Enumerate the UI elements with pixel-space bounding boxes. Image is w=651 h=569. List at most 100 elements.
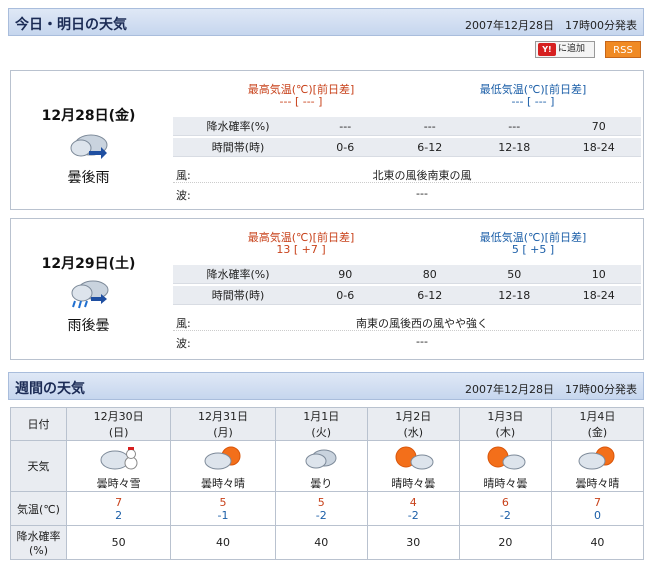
weekly-hi: 5	[317, 495, 325, 509]
weekly-weather-cell: 曇時々雪	[65, 440, 172, 492]
sun-cloud-icon	[395, 446, 434, 470]
wave-label: 波:	[176, 337, 191, 350]
weekly-date-cell: 12月30日 (日)	[65, 407, 172, 441]
period-label: 時間帯(時)	[173, 138, 303, 157]
precip-row: 降水確率(%) --- --- --- 70	[173, 117, 641, 137]
weekly-dow: (火)	[311, 426, 332, 439]
weekly-date-cell: 1月3日 (木)	[458, 407, 552, 441]
weekly-dow: (金)	[587, 426, 608, 439]
weekly-hi: 7	[593, 495, 601, 509]
today-title: 今日・明日の天気	[15, 17, 127, 33]
weekly-temp-cell: 72	[65, 491, 172, 526]
row-label-weather: 天気	[10, 440, 67, 492]
rain-cloud-icon	[71, 280, 109, 309]
period-row: 時間帯(時) 0-6 6-12 12-18 18-24	[173, 138, 641, 158]
weekly-lo: -2	[499, 508, 511, 522]
day-condition: 曇後雨	[67, 170, 110, 186]
today-header: 今日・明日の天気 2007年12月28日 17時00分発表	[8, 8, 644, 36]
weekly-precip: 50	[65, 525, 172, 560]
wave-row: 波: ---	[173, 332, 641, 351]
weekly-date: 1月3日	[487, 410, 524, 423]
row-label-precip: 降水確率(%)	[10, 525, 67, 560]
weekly-weather-cell: 晴時々曇	[458, 440, 552, 492]
weekly-table: 日付 12月30日 (日) 12月31日 (月) 1月1日 (火) 1月2日 (水) 1…	[10, 407, 645, 560]
weekly-date: 1月2日	[395, 410, 432, 423]
add-to-my-yahoo-button[interactable]: Y! に追加	[535, 41, 595, 58]
wave-label: 波:	[176, 189, 191, 202]
wind-value: 北東の風後南東の風	[372, 169, 472, 182]
hi-temp-value: --- [ --- ]	[279, 95, 323, 108]
period-value: 18-24	[556, 286, 641, 305]
yahoo-logo-icon: Y!	[538, 43, 556, 56]
period-value: 6-12	[387, 138, 472, 157]
weekly-date-cell: 12月31日 (月)	[170, 407, 276, 441]
day-condition: 雨後曇	[67, 318, 110, 334]
weekly-date-cell: 1月2日 (水)	[366, 407, 460, 441]
weekly-precip: 20	[458, 525, 552, 560]
weekly-condition: 晴時々曇	[483, 477, 528, 490]
precip-value: 70	[556, 117, 641, 136]
wind-label: 風:	[176, 169, 191, 182]
weekly-precip-row: 降水確率(%) 50 40 40 30 20 40	[10, 525, 645, 560]
weekly-weather-row: 天気 曇時々雪 曇時々晴 曇り 晴時々曇 晴時々曇 曇時々晴	[10, 440, 645, 492]
cloud-snow-icon	[100, 447, 138, 470]
weekly-condition: 曇時々晴	[201, 477, 246, 490]
weekly-temp-cell: 5 -1	[170, 491, 276, 526]
precip-value: ---	[472, 117, 557, 136]
wind-row: 風: 南東の風後西の風やや強く	[173, 312, 641, 331]
weekly-lo: -2	[315, 508, 327, 522]
period-value: 12-18	[472, 286, 557, 305]
wind-label: 風:	[176, 317, 191, 330]
weekly-temp-cell: 4 -2	[366, 491, 460, 526]
sun-cloud-icon	[487, 446, 526, 470]
weekly-hi: 4	[409, 495, 417, 509]
weekly-dow: (日)	[108, 426, 129, 439]
weekly-date: 1月4日	[579, 410, 616, 423]
period-value: 6-12	[387, 286, 472, 305]
weekly-condition: 晴時々曇	[391, 477, 436, 490]
weekly-condition: 曇り	[310, 477, 333, 490]
weekly-header: 週間の天気 2007年12月28日 17時00分発表	[8, 372, 644, 400]
weekly-date: 12月31日	[198, 410, 249, 423]
day-date: 12月29日(土)	[41, 256, 136, 272]
toolbar: Y! に追加 RSS	[535, 41, 641, 59]
add-label: に追加	[558, 44, 586, 54]
precip-value: 80	[387, 265, 472, 284]
cloud-icon	[305, 449, 337, 469]
weekly-dow: (月)	[213, 426, 233, 439]
weekly-temp-cell: 6 -2	[458, 491, 552, 526]
weekly-precip: 40	[550, 525, 645, 560]
weekly-date-row: 日付 12月30日 (日) 12月31日 (月) 1月1日 (火) 1月2日 (水) 1…	[10, 407, 645, 441]
weekly-weather-cell: 曇時々晴	[550, 440, 645, 492]
day-summary: 12月28日(金) 曇後雨	[11, 71, 166, 209]
rss-button[interactable]: RSS	[605, 41, 641, 58]
weekly-weather-cell: 晴時々曇	[366, 440, 460, 492]
weekly-temp-cell: 5 -2	[274, 491, 368, 526]
weekly-temp-cell: 70	[550, 491, 645, 526]
precip-row: 降水確率(%) 90 80 50 10	[173, 265, 641, 285]
day-date: 12月28日(金)	[41, 108, 136, 124]
weekly-hi: 6	[501, 495, 509, 509]
cloud-rain-icon	[70, 134, 108, 159]
wave-value: ---	[416, 335, 428, 348]
weekly-dow: (水)	[403, 426, 424, 439]
weekly-temp-row: 気温(℃) 72 5 -1 5 -2 4 -2 6 -2 70	[10, 491, 645, 526]
period-value: 12-18	[472, 138, 557, 157]
weekly-lo: -1	[217, 508, 229, 522]
weekly-hi: 7	[115, 495, 123, 509]
precip-value: 10	[556, 265, 641, 284]
lo-temp-value: --- [ --- ]	[511, 95, 555, 108]
day-summary: 12月29日(土) 雨後曇	[11, 219, 166, 359]
period-label: 時間帯(時)	[173, 286, 303, 305]
precip-value: 90	[303, 265, 388, 284]
day-panel-2: 12月29日(土) 雨後曇 最高気温(℃)[前日差] 13 [ +7 ] 最低気…	[10, 218, 644, 360]
weekly-lo: 2	[115, 508, 123, 522]
weekly-date: 1月1日	[303, 410, 340, 423]
period-value: 0-6	[303, 286, 388, 305]
wave-value: ---	[416, 187, 428, 200]
hi-temp-value: 13 [ +7 ]	[276, 243, 326, 256]
weekly-dow: (木)	[495, 426, 516, 439]
weekly-title: 週間の天気	[15, 381, 85, 397]
precip-label: 降水確率(%)	[173, 265, 303, 284]
weekly-precip: 40	[170, 525, 276, 560]
